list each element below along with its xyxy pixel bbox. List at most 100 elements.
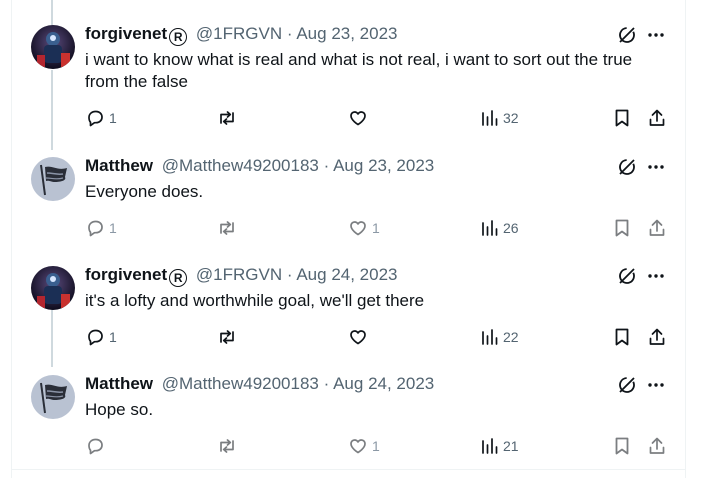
reply-count: 1 — [109, 329, 117, 345]
reply-button[interactable]: 1 — [85, 108, 117, 128]
views-icon — [482, 438, 498, 454]
heart-icon — [350, 111, 366, 126]
tweet[interactable]: Matthew @Matthew49200183 · Aug 23, 2023 … — [0, 132, 706, 241]
reply-icon — [88, 329, 103, 346]
views-icon — [482, 110, 498, 126]
bookmark-icon — [615, 109, 629, 127]
bookmark-button[interactable] — [613, 218, 631, 238]
view-count: 32 — [503, 110, 519, 126]
tweet-date[interactable]: Aug 23, 2023 — [296, 24, 397, 43]
avatar[interactable] — [31, 375, 75, 419]
tweet-text: it's a lofty and worthwhile goal, we'll … — [85, 291, 425, 310]
more-icon[interactable] — [646, 25, 666, 50]
tweet-text: Everyone does. — [85, 182, 204, 201]
tweet-text: Hope so. — [85, 400, 154, 419]
heart-icon — [350, 439, 366, 454]
tweet-header: forgivenet R @1FRGVN · Aug 23, 2023 — [85, 24, 398, 46]
reply-button[interactable]: 1 — [85, 218, 117, 238]
author-handle[interactable]: @Matthew49200183 — [162, 156, 319, 175]
views-button[interactable]: 32 — [481, 108, 519, 128]
bookmark-button[interactable] — [613, 108, 631, 128]
separator: · — [286, 265, 293, 284]
bookmark-button[interactable] — [613, 436, 631, 456]
retweet-button[interactable] — [216, 327, 238, 347]
views-button[interactable]: 26 — [481, 218, 519, 238]
views-icon — [482, 329, 498, 345]
tweet-header: forgivenet R @1FRGVN · Aug 24, 2023 — [85, 265, 398, 287]
retweet-icon — [220, 439, 234, 453]
separator: · — [286, 24, 293, 43]
more-icon[interactable] — [646, 375, 666, 400]
bookmark-icon — [615, 328, 629, 346]
tweet-text: i want to know what is real and what is … — [85, 50, 633, 91]
view-count: 26 — [503, 220, 519, 236]
separator: · — [323, 156, 330, 175]
retweet-icon — [220, 221, 234, 235]
like-button[interactable] — [348, 108, 372, 128]
share-icon — [649, 328, 665, 345]
like-count: 1 — [372, 438, 380, 454]
share-button[interactable] — [647, 327, 667, 347]
retweet-icon — [220, 330, 234, 344]
author-handle[interactable]: @1FRGVN — [196, 24, 282, 43]
author-name[interactable]: forgivenet — [85, 24, 167, 43]
separator: · — [323, 374, 330, 393]
tweet-header: Matthew @Matthew49200183 · Aug 24, 2023 — [85, 374, 434, 394]
reply-button[interactable]: 1 — [85, 327, 117, 347]
share-button[interactable] — [647, 436, 667, 456]
avatar[interactable] — [31, 25, 75, 69]
bookmark-icon — [615, 219, 629, 237]
bookmark-button[interactable] — [613, 327, 631, 347]
author-name[interactable]: forgivenet — [85, 265, 167, 284]
retweet-button[interactable] — [216, 108, 238, 128]
more-icon[interactable] — [646, 157, 666, 182]
author-name[interactable]: Matthew — [85, 156, 153, 175]
avatar[interactable] — [31, 266, 75, 310]
like-button[interactable] — [348, 327, 372, 347]
views-icon — [482, 220, 498, 236]
grok-icon[interactable] — [617, 375, 637, 400]
tweet-header: Matthew @Matthew49200183 · Aug 23, 2023 — [85, 156, 434, 176]
views-button[interactable]: 22 — [481, 327, 519, 347]
view-count: 22 — [503, 329, 519, 345]
reply-icon — [88, 438, 103, 455]
tweet[interactable]: forgivenet R @1FRGVN · Aug 24, 2023 it's … — [0, 241, 706, 350]
bookmark-icon — [615, 437, 629, 455]
retweet-button[interactable] — [216, 218, 238, 238]
like-button[interactable]: 1 — [348, 436, 380, 456]
views-button[interactable]: 21 — [481, 436, 519, 456]
tweet-date[interactable]: Aug 24, 2023 — [296, 265, 397, 284]
author-name[interactable]: Matthew — [85, 374, 153, 393]
retweet-button[interactable] — [216, 436, 238, 456]
share-button[interactable] — [647, 218, 667, 238]
tweet-date[interactable]: Aug 24, 2023 — [333, 374, 434, 393]
tweet[interactable]: forgivenet R @1FRGVN · Aug 23, 2023 i wan… — [0, 0, 706, 127]
reply-button[interactable] — [85, 436, 109, 456]
more-icon[interactable] — [646, 266, 666, 291]
like-count: 1 — [372, 220, 380, 236]
grok-icon[interactable] — [617, 157, 637, 182]
reply-count: 1 — [109, 220, 117, 236]
author-handle[interactable]: @Matthew49200183 — [162, 374, 319, 393]
tweet[interactable]: Matthew @Matthew49200183 · Aug 24, 2023 … — [0, 350, 706, 459]
author-handle[interactable]: @1FRGVN — [196, 265, 282, 284]
share-icon — [649, 437, 665, 454]
tweet-date[interactable]: Aug 23, 2023 — [333, 156, 434, 175]
retweet-icon — [220, 111, 234, 125]
registered-badge-icon: R — [169, 269, 188, 287]
reply-icon — [88, 220, 103, 237]
registered-badge-icon: R — [169, 28, 188, 46]
share-icon — [649, 219, 665, 236]
heart-icon — [350, 330, 366, 345]
grok-icon[interactable] — [617, 266, 637, 291]
share-icon — [649, 109, 665, 126]
like-button[interactable]: 1 — [348, 218, 380, 238]
reply-count: 1 — [109, 110, 117, 126]
reply-icon — [88, 110, 103, 127]
grok-icon[interactable] — [617, 25, 637, 50]
heart-icon — [350, 221, 366, 236]
avatar[interactable] — [31, 157, 75, 201]
share-button[interactable] — [647, 108, 667, 128]
view-count: 21 — [503, 438, 519, 454]
thread-bottom-divider — [11, 469, 686, 470]
